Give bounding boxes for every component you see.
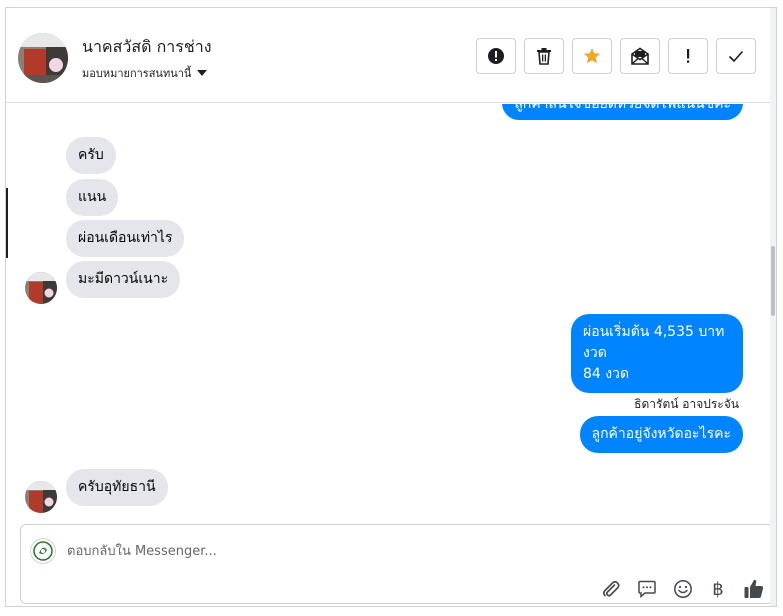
- conversation-panel: นาคสวัสดิ การช่าง มอบหมายการสนทนานี้ ลูก…: [5, 7, 777, 607]
- conversation-header: นาคสวัสดิ การช่าง มอบหมายการสนทนานี้: [6, 8, 776, 103]
- assign-conversation-dropdown[interactable]: มอบหมายการสนทนานี้: [82, 64, 208, 82]
- paperclip-icon: [602, 580, 620, 597]
- contact-name[interactable]: นาคสวัสดิ การช่าง: [82, 35, 212, 60]
- message-sender-name: ธิดารัตน์ อาจประจัน: [634, 397, 739, 411]
- delete-button[interactable]: [524, 38, 564, 74]
- star-button[interactable]: [572, 38, 612, 74]
- exclamation-icon: [687, 49, 690, 63]
- baht-icon: ฿: [712, 578, 724, 600]
- incoming-message: ครับอุทัยธานี: [66, 469, 168, 506]
- message-text: แนน: [78, 189, 107, 205]
- page-avatar: [30, 538, 56, 564]
- message-text: ครับอุทัยธานี: [78, 479, 156, 495]
- message-text: 84 งวด: [583, 366, 630, 382]
- message-text: ลูกค้าอยู่จังหวัดอะไรคะ: [591, 426, 732, 442]
- incoming-message: มะมีดาวน์เนาะ: [66, 261, 181, 298]
- assign-label: มอบหมายการสนทนานี้: [82, 67, 192, 80]
- message-text: ลูกค้าสนใจขอยดหวยจดไฟแนนซคะ: [514, 104, 731, 112]
- incoming-message: ผ่อนเดือนเท่าไร: [66, 220, 185, 257]
- contact-avatar-small: [25, 481, 57, 513]
- message-text: ผ่อนเดือนเท่าไร: [78, 230, 173, 246]
- reply-composer: ฿: [20, 524, 775, 604]
- outgoing-message: ลูกค้าสนใจขอยดหวยจดไฟแนนซคะ: [502, 104, 743, 120]
- payment-button[interactable]: ฿: [705, 577, 731, 601]
- smiley-icon: [674, 580, 692, 598]
- contact-avatar[interactable]: [18, 33, 68, 83]
- envelope-open-icon: [631, 47, 649, 65]
- star-icon: [584, 48, 600, 64]
- outgoing-message: ผ่อนเริ่มต้น 4,535 บาท งวด 84 งวด: [571, 314, 743, 393]
- chevron-down-icon: [197, 70, 208, 76]
- reply-input[interactable]: [67, 540, 667, 562]
- mark-unread-button[interactable]: [620, 38, 660, 74]
- message-text: ผ่อนเริ่มต้น 4,535 บาท: [583, 324, 725, 340]
- thumbs-up-icon: [744, 579, 764, 598]
- message-text: มะมีดาวน์เนาะ: [78, 271, 169, 287]
- emoji-button[interactable]: [670, 577, 696, 601]
- scrollbar-thumb[interactable]: [771, 246, 775, 316]
- checkmark-icon: [728, 50, 744, 63]
- alert-circle-icon: [488, 48, 504, 64]
- contact-avatar-small: [25, 272, 57, 304]
- scrollbar-track[interactable]: [770, 8, 776, 606]
- mark-spam-button[interactable]: [476, 38, 516, 74]
- incoming-message: ครับ: [66, 137, 116, 174]
- message-text: งวด: [583, 345, 607, 361]
- outgoing-message: ลูกค้าอยู่จังหวัดอะไรคะ: [579, 416, 743, 453]
- trash-icon: [537, 48, 551, 65]
- message-text: ครับ: [78, 147, 104, 163]
- like-button[interactable]: [741, 577, 767, 601]
- attach-button[interactable]: [598, 577, 624, 601]
- incoming-message: แนน: [66, 179, 119, 216]
- chat-bubble-icon: [638, 580, 656, 599]
- message-thread: ลูกค้าสนใจขอยดหวยจดไฟแนนซคะ ครับ แนน ผ่อ…: [6, 104, 776, 522]
- mark-done-button[interactable]: [716, 38, 756, 74]
- follow-up-button[interactable]: [668, 38, 708, 74]
- saved-replies-button[interactable]: [634, 577, 660, 601]
